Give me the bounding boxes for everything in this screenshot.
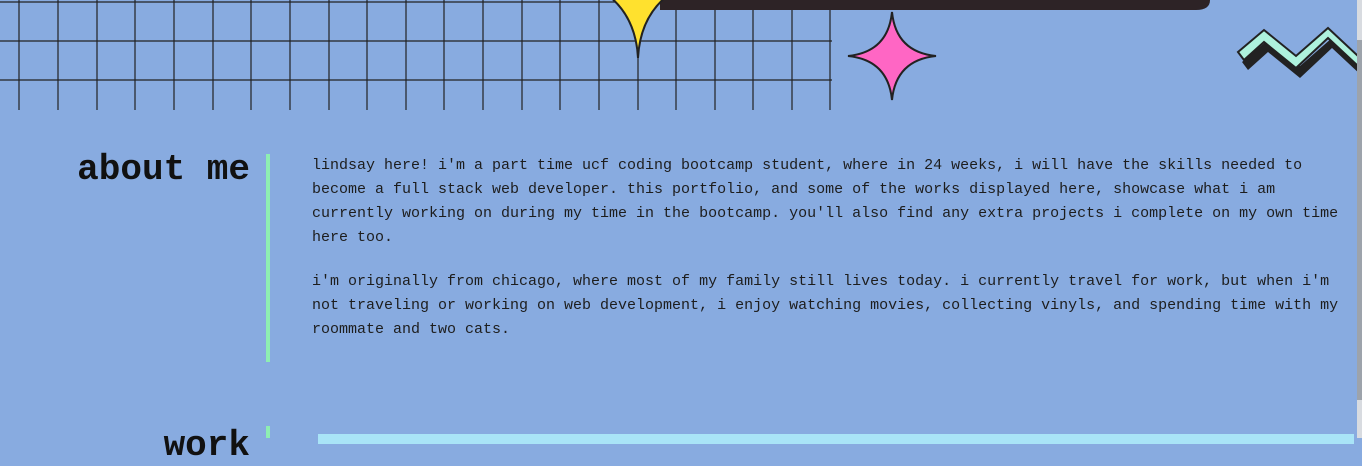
zigzag-icon [1236,26,1360,78]
section-divider [266,426,270,438]
sparkle-star-icon [847,11,937,101]
about-paragraph: i'm originally from chicago, where most … [312,273,1339,338]
work-panel [318,434,1354,444]
scrollbar-thumb[interactable] [1357,40,1362,400]
about-text: lindsay here! i'm a part time ucf coding… [312,154,1356,362]
about-paragraph: lindsay here! i'm a part time ucf coding… [312,157,1339,246]
about-heading: about me [77,149,250,190]
section-divider [266,154,270,362]
work-heading: work [163,425,250,466]
